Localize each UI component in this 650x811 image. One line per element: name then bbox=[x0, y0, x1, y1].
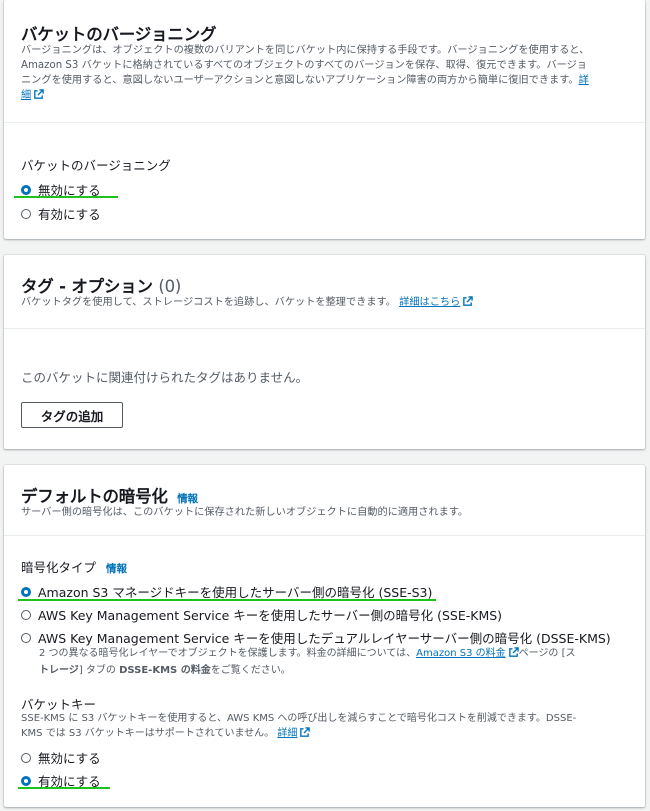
tags-learn-more-link[interactable]: 詳細はこちら bbox=[399, 297, 460, 308]
radio-unselected-icon[interactable] bbox=[21, 609, 31, 620]
versioning-description: バージョニングは、オブジェクトの複数のバリアントを同じバケット内に保持する手段で… bbox=[21, 43, 589, 105]
tags-panel: タグ - オプション (0) バケットタグを使用して、ストレージコストを追跡し、… bbox=[4, 255, 645, 449]
encryption-panel: デフォルトの暗号化 情報 サーバー側の暗号化は、このバケットに保存された新しいオ… bbox=[4, 465, 645, 807]
encryption-header: デフォルトの暗号化 情報 サーバー側の暗号化は、このバケットに保存された新しいオ… bbox=[4, 465, 645, 536]
bucket-key-description: SSE-KMS に S3 バケットキーを使用すると、AWS KMS への呼び出し… bbox=[21, 711, 576, 743]
external-link-icon bbox=[33, 89, 44, 105]
radio-selected-icon[interactable] bbox=[21, 184, 31, 195]
encryption-type-info-link[interactable]: 情報 bbox=[106, 563, 127, 575]
versioning-title: バケットのバージョニング bbox=[21, 25, 217, 44]
encryption-title: デフォルトの暗号化 情報 bbox=[21, 487, 198, 506]
tags-title: タグ - オプション (0) bbox=[21, 277, 182, 296]
versioning-enable-radio[interactable]: 有効にする bbox=[21, 204, 101, 223]
tags-header: タグ - オプション (0) バケットタグを使用して、ストレージコストを追跡し、… bbox=[4, 255, 645, 329]
radio-unselected-icon[interactable] bbox=[21, 208, 31, 219]
encryption-type-label: 暗号化タイプ 情報 bbox=[21, 560, 127, 575]
versioning-panel: バケットのバージョニング バージョニングは、オブジェクトの複数のバリアントを同じ… bbox=[4, 0, 645, 239]
encryption-info-link[interactable]: 情報 bbox=[177, 493, 198, 505]
external-link-icon bbox=[299, 727, 311, 743]
versioning-learn-more-link-cont[interactable]: 細 bbox=[21, 90, 31, 101]
versioning-header: バケットのバージョニング バージョニングは、オブジェクトの複数のバリアントを同じ… bbox=[4, 0, 645, 123]
encryption-dsse-kms-radio[interactable]: AWS Key Management Service キーを使用したデュアルレイ… bbox=[21, 628, 611, 647]
external-link-icon bbox=[462, 296, 474, 312]
tags-description: バケットタグを使用して、ストレージコストを追跡し、バケットを整理できます。 詳細… bbox=[21, 295, 474, 312]
encryption-description: サーバー側の暗号化は、このバケットに保存された新しいオブジェクトに自動的に適用さ… bbox=[21, 507, 469, 518]
bucket-key-disable-radio[interactable]: 無効にする bbox=[21, 748, 101, 767]
versioning-learn-more-link[interactable]: 詳 bbox=[579, 75, 589, 86]
tags-empty-message: このバケットに関連付けられたタグはありません。 bbox=[21, 370, 309, 385]
highlight-underline bbox=[14, 196, 118, 198]
add-tag-button[interactable]: タグの追加 bbox=[21, 402, 123, 428]
s3-pricing-link[interactable]: Amazon S3 の料金 bbox=[416, 648, 505, 659]
radio-unselected-icon[interactable] bbox=[21, 632, 31, 643]
bucket-key-learn-more-link[interactable]: 詳細 bbox=[277, 728, 297, 739]
encryption-sse-kms-radio[interactable]: AWS Key Management Service キーを使用したサーバー側の… bbox=[21, 605, 502, 624]
highlight-underline bbox=[18, 787, 110, 789]
dsse-kms-description: 2 つの異なる暗号化レイヤーでオブジェクトを保護します。料金の詳細については、A… bbox=[39, 647, 576, 676]
radio-unselected-icon[interactable] bbox=[21, 752, 31, 763]
external-link-icon bbox=[508, 647, 519, 663]
radio-selected-icon[interactable] bbox=[21, 586, 31, 597]
radio-selected-icon[interactable] bbox=[21, 775, 31, 786]
tags-count: (0) bbox=[158, 277, 182, 296]
highlight-underline bbox=[18, 599, 436, 601]
versioning-field-label: バケットのバージョニング bbox=[21, 158, 171, 173]
